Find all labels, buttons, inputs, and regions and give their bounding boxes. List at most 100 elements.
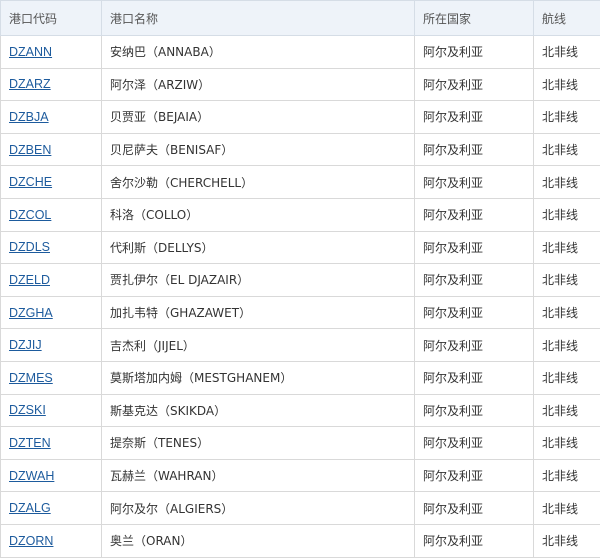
table-row: DZCOL 科洛（COLLO） 阿尔及利亚 北非线 — [0, 197, 600, 232]
cell-port-name: 阿尔泽（ARZIW） — [101, 67, 415, 102]
table-row: DZMES 莫斯塔加内姆（MESTGHANEM） 阿尔及利亚 北非线 — [0, 360, 600, 395]
table-row: DZANN 安纳巴（ANNABA） 阿尔及利亚 北非线 — [0, 35, 600, 69]
port-code-link[interactable]: DZCHE — [9, 175, 52, 189]
cell-port-name: 安纳巴（ANNABA） — [101, 35, 415, 69]
cell-port-name: 加扎韦特（GHAZAWET） — [101, 295, 415, 330]
cell-route: 北非线 — [533, 523, 600, 558]
table-row: DZELD 贾扎伊尔（EL DJAZAIR） 阿尔及利亚 北非线 — [0, 263, 600, 297]
port-code-link[interactable]: DZGHA — [9, 306, 53, 320]
cell-route: 北非线 — [533, 35, 600, 69]
table-row: DZCHE 舍尔沙勒（CHERCHELL） 阿尔及利亚 北非线 — [0, 165, 600, 199]
port-code-link[interactable]: DZELD — [9, 273, 50, 287]
table-row: DZBEN 贝尼萨夫（BENISAF） 阿尔及利亚 北非线 — [0, 132, 600, 167]
cell-port-code: DZGHA — [0, 295, 102, 330]
cell-port-code: DZCOL — [0, 197, 102, 232]
header-port-name: 港口名称 — [101, 0, 415, 36]
cell-route: 北非线 — [533, 295, 600, 330]
cell-country: 阿尔及利亚 — [414, 491, 534, 525]
port-code-link[interactable]: DZSKI — [9, 403, 46, 417]
cell-port-name: 莫斯塔加内姆（MESTGHANEM） — [101, 360, 415, 395]
port-code-link[interactable]: DZARZ — [9, 77, 51, 91]
cell-country: 阿尔及利亚 — [414, 35, 534, 69]
cell-port-name: 吉杰利（JIJEL） — [101, 328, 415, 362]
cell-port-name: 代利斯（DELLYS） — [101, 230, 415, 265]
cell-port-code: DZJIJ — [0, 328, 102, 362]
table-row: DZJIJ 吉杰利（JIJEL） 阿尔及利亚 北非线 — [0, 328, 600, 362]
cell-route: 北非线 — [533, 165, 600, 199]
cell-route: 北非线 — [533, 263, 600, 297]
header-port-code: 港口代码 — [0, 0, 102, 36]
table-row: DZSKI 斯基克达（SKIKDA） 阿尔及利亚 北非线 — [0, 393, 600, 428]
cell-route: 北非线 — [533, 360, 600, 395]
cell-port-code: DZBEN — [0, 132, 102, 167]
port-code-link[interactable]: DZJIJ — [9, 338, 42, 352]
cell-port-name: 阿尔及尔（ALGIERS） — [101, 491, 415, 525]
cell-route: 北非线 — [533, 393, 600, 428]
cell-port-name: 科洛（COLLO） — [101, 197, 415, 232]
cell-country: 阿尔及利亚 — [414, 295, 534, 330]
cell-route: 北非线 — [533, 230, 600, 265]
cell-port-name: 瓦赫兰（WAHRAN） — [101, 458, 415, 493]
port-code-link[interactable]: DZDLS — [9, 240, 50, 254]
cell-route: 北非线 — [533, 426, 600, 460]
port-code-link[interactable]: DZANN — [9, 45, 52, 59]
cell-country: 阿尔及利亚 — [414, 230, 534, 265]
cell-country: 阿尔及利亚 — [414, 100, 534, 134]
table-row: DZTEN 提奈斯（TENES） 阿尔及利亚 北非线 — [0, 426, 600, 460]
cell-route: 北非线 — [533, 132, 600, 167]
cell-route: 北非线 — [533, 100, 600, 134]
cell-port-code: DZARZ — [0, 67, 102, 102]
table-row: DZALG 阿尔及尔（ALGIERS） 阿尔及利亚 北非线 — [0, 491, 600, 525]
cell-port-name: 贾扎伊尔（EL DJAZAIR） — [101, 263, 415, 297]
table-header: 港口代码 港口名称 所在国家 航线 — [0, 0, 600, 36]
table-row: DZDLS 代利斯（DELLYS） 阿尔及利亚 北非线 — [0, 230, 600, 265]
cell-route: 北非线 — [533, 328, 600, 362]
cell-country: 阿尔及利亚 — [414, 458, 534, 493]
cell-port-code: DZELD — [0, 263, 102, 297]
cell-port-code: DZTEN — [0, 426, 102, 460]
port-code-link[interactable]: DZBJA — [9, 110, 49, 124]
header-route: 航线 — [533, 0, 600, 36]
cell-country: 阿尔及利亚 — [414, 426, 534, 460]
table-body: DZANN 安纳巴（ANNABA） 阿尔及利亚 北非线 DZARZ 阿尔泽（AR… — [0, 35, 600, 558]
header-row: 港口代码 港口名称 所在国家 航线 — [0, 0, 600, 36]
cell-port-name: 斯基克达（SKIKDA） — [101, 393, 415, 428]
cell-country: 阿尔及利亚 — [414, 328, 534, 362]
cell-country: 阿尔及利亚 — [414, 263, 534, 297]
cell-port-code: DZMES — [0, 360, 102, 395]
port-code-link[interactable]: DZCOL — [9, 208, 51, 222]
cell-country: 阿尔及利亚 — [414, 165, 534, 199]
cell-country: 阿尔及利亚 — [414, 197, 534, 232]
cell-port-name: 奥兰（ORAN） — [101, 523, 415, 558]
cell-port-name: 贝贾亚（BEJAIA） — [101, 100, 415, 134]
cell-port-code: DZDLS — [0, 230, 102, 265]
port-code-link[interactable]: DZTEN — [9, 436, 51, 450]
port-code-link[interactable]: DZALG — [9, 501, 51, 515]
port-code-link[interactable]: DZORN — [9, 534, 53, 548]
cell-port-name: 提奈斯（TENES） — [101, 426, 415, 460]
cell-route: 北非线 — [533, 491, 600, 525]
cell-country: 阿尔及利亚 — [414, 132, 534, 167]
table-row: DZARZ 阿尔泽（ARZIW） 阿尔及利亚 北非线 — [0, 67, 600, 102]
cell-port-name: 舍尔沙勒（CHERCHELL） — [101, 165, 415, 199]
cell-route: 北非线 — [533, 197, 600, 232]
port-code-link[interactable]: DZWAH — [9, 469, 54, 483]
cell-country: 阿尔及利亚 — [414, 523, 534, 558]
table-row: DZBJA 贝贾亚（BEJAIA） 阿尔及利亚 北非线 — [0, 100, 600, 134]
cell-country: 阿尔及利亚 — [414, 67, 534, 102]
table-row: DZWAH 瓦赫兰（WAHRAN） 阿尔及利亚 北非线 — [0, 458, 600, 493]
cell-route: 北非线 — [533, 67, 600, 102]
cell-country: 阿尔及利亚 — [414, 360, 534, 395]
header-country: 所在国家 — [414, 0, 534, 36]
ports-table: 港口代码 港口名称 所在国家 航线 DZANN 安纳巴（ANNABA） 阿尔及利… — [0, 0, 600, 558]
port-code-link[interactable]: DZMES — [9, 371, 53, 385]
cell-port-code: DZALG — [0, 491, 102, 525]
cell-port-code: DZWAH — [0, 458, 102, 493]
cell-port-code: DZBJA — [0, 100, 102, 134]
port-code-link[interactable]: DZBEN — [9, 143, 51, 157]
cell-port-name: 贝尼萨夫（BENISAF） — [101, 132, 415, 167]
table-row: DZGHA 加扎韦特（GHAZAWET） 阿尔及利亚 北非线 — [0, 295, 600, 330]
cell-country: 阿尔及利亚 — [414, 393, 534, 428]
cell-port-code: DZANN — [0, 35, 102, 69]
cell-port-code: DZSKI — [0, 393, 102, 428]
